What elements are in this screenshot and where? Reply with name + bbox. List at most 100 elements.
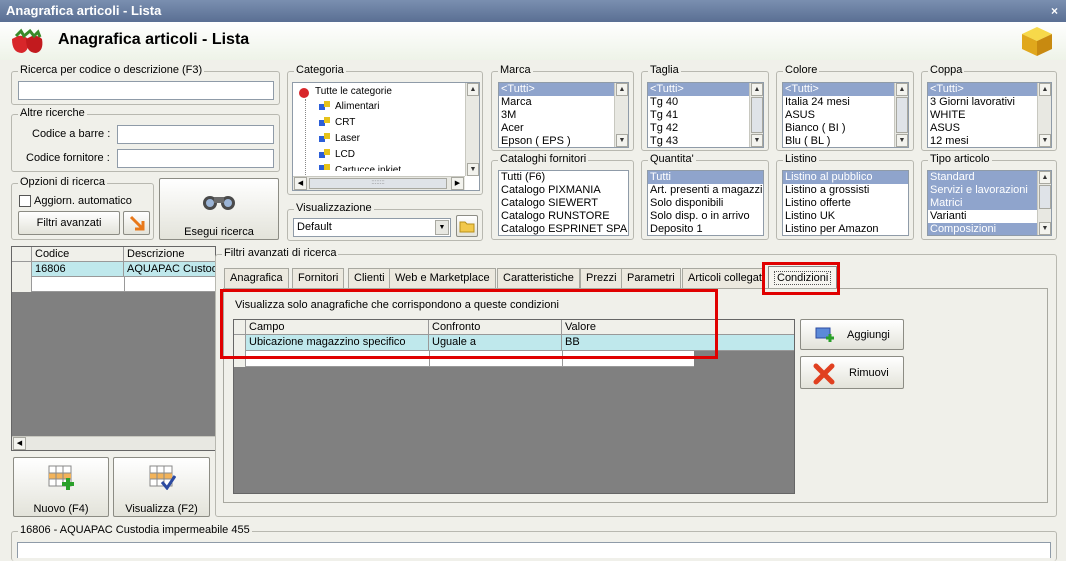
scroll-up-icon[interactable]: ▲: [896, 83, 908, 96]
list-item[interactable]: Standard: [928, 171, 1051, 184]
scroll-up-icon[interactable]: ▲: [1039, 171, 1051, 184]
tab-parametri[interactable]: Parametri: [621, 268, 681, 288]
quantity-list[interactable]: Tutti Art. presenti a magazzino Solo dis…: [647, 170, 764, 236]
brand-scrollbar[interactable]: ▲ ▼: [614, 83, 628, 147]
search-input[interactable]: [18, 81, 274, 100]
list-item[interactable]: Art. presenti a magazzino: [648, 184, 763, 197]
list-item[interactable]: Listino UK: [783, 210, 908, 223]
barcode-input[interactable]: [117, 125, 274, 144]
tab-caratteristiche[interactable]: Caratteristiche: [497, 268, 580, 288]
supplier-catalogs-list[interactable]: Tutti (F6) Catalogo PIXMANIA Catalogo SI…: [498, 170, 629, 236]
list-item[interactable]: <Tutti>: [648, 83, 763, 96]
scroll-left-icon[interactable]: ◀: [294, 177, 307, 190]
filter-arrow-button[interactable]: [123, 211, 150, 235]
tab-fornitori[interactable]: Fornitori: [292, 268, 345, 288]
item-detail-field[interactable]: [17, 542, 1051, 558]
add-condition-button[interactable]: Aggiungi: [800, 319, 904, 350]
list-item[interactable]: Varianti: [928, 210, 1051, 223]
list-item[interactable]: Listino a grossisti: [783, 184, 908, 197]
item-type-scrollbar[interactable]: ▲ ▼: [1037, 171, 1051, 235]
list-item[interactable]: WHITE: [928, 109, 1051, 122]
column-header-code[interactable]: Codice: [32, 247, 124, 262]
list-item[interactable]: Tg 41: [648, 109, 763, 122]
list-item[interactable]: Tutti: [648, 171, 763, 184]
advanced-filters-button[interactable]: Filtri avanzati: [18, 211, 120, 235]
scroll-down-icon[interactable]: ▼: [751, 134, 763, 147]
list-item[interactable]: 3 Giorni lavorativi: [928, 96, 1051, 109]
tab-articoli-collegati[interactable]: Articoli collegati: [682, 268, 764, 288]
list-item[interactable]: Acer: [499, 122, 628, 135]
tab-prezzi[interactable]: Prezzi: [580, 268, 623, 288]
scroll-up-icon[interactable]: ▲: [467, 83, 479, 96]
list-item[interactable]: Solo disponibili: [648, 197, 763, 210]
list-item[interactable]: 12 mesi: [928, 135, 1051, 147]
category-tree[interactable]: Tutte le categorie Alimentari CRT Laser …: [292, 82, 480, 191]
category-item[interactable]: Cartucce inkjet: [335, 164, 401, 171]
list-item[interactable]: Deposito 1: [648, 223, 763, 235]
remove-condition-button[interactable]: Rimuovi: [800, 356, 904, 389]
brand-list[interactable]: <Tutti> Marca 3M Acer Epson ( EPS ) ▲ ▼: [498, 82, 629, 148]
list-item[interactable]: Matrici: [928, 197, 1051, 210]
scroll-down-icon[interactable]: ▼: [1039, 222, 1051, 235]
table-row-empty[interactable]: [12, 277, 215, 292]
close-icon[interactable]: ×: [1051, 4, 1058, 18]
scroll-left-icon[interactable]: ◀: [13, 437, 26, 450]
category-item[interactable]: LCD: [335, 149, 355, 160]
list-item[interactable]: 3M: [499, 109, 628, 122]
color-list[interactable]: <Tutti> Italia 24 mesi ASUS Bianco ( BI …: [782, 82, 909, 148]
scroll-up-icon[interactable]: ▲: [751, 83, 763, 96]
supplier-code-input[interactable]: [117, 149, 274, 168]
list-item[interactable]: Italia 24 mesi: [783, 96, 908, 109]
column-header-description[interactable]: Descrizione: [124, 247, 215, 262]
list-item[interactable]: Catalogo PIXMANIA: [499, 184, 628, 197]
scroll-right-icon[interactable]: ▶: [451, 177, 464, 190]
scroll-down-icon[interactable]: ▼: [1039, 134, 1051, 147]
run-search-button[interactable]: Esegui ricerca: [159, 178, 279, 240]
tab-clienti[interactable]: Clienti: [348, 268, 391, 288]
view-select[interactable]: Default ▼: [293, 218, 451, 237]
list-item[interactable]: Catalogo RUNSTORE: [499, 210, 628, 223]
tab-web-marketplace[interactable]: Web e Marketplace: [389, 268, 496, 288]
cup-scrollbar[interactable]: ▲ ▼: [1037, 83, 1051, 147]
list-item[interactable]: Blu ( BL ): [783, 135, 908, 147]
auto-update-checkbox[interactable]: [19, 195, 31, 207]
list-item[interactable]: Catalogo ESPRINET SPA: [499, 223, 628, 235]
scroll-thumb[interactable]: ::::::::: [309, 178, 447, 189]
chevron-down-icon[interactable]: ▼: [435, 220, 449, 235]
scroll-thumb[interactable]: [896, 97, 908, 133]
scroll-up-icon[interactable]: ▲: [616, 83, 628, 96]
row-selector[interactable]: [12, 262, 32, 277]
category-hscrollbar[interactable]: ◀ :::::::: ▶: [293, 176, 465, 190]
size-scrollbar[interactable]: ▲ ▼: [749, 83, 763, 147]
size-list[interactable]: <Tutti> Tg 40 Tg 41 Tg 42 Tg 43 ▲ ▼: [647, 82, 764, 148]
category-item[interactable]: Laser: [335, 133, 360, 144]
list-item[interactable]: <Tutti>: [783, 83, 908, 96]
new-button[interactable]: Nuovo (F4): [13, 457, 109, 517]
view-button[interactable]: Visualizza (F2): [113, 457, 210, 517]
list-item[interactable]: ASUS: [783, 109, 908, 122]
articles-grid[interactable]: Codice Descrizione 16806 AQUAPAC Custodi…: [11, 246, 216, 451]
list-item[interactable]: Bianco ( BI ): [783, 122, 908, 135]
list-item[interactable]: Marca: [499, 96, 628, 109]
list-item[interactable]: Catalogo SIEWERT: [499, 197, 628, 210]
tab-anagrafica[interactable]: Anagrafica: [224, 268, 289, 288]
list-item[interactable]: Solo disp. o in arrivo: [648, 210, 763, 223]
open-view-button[interactable]: [456, 215, 478, 237]
list-item[interactable]: Tg 42: [648, 122, 763, 135]
scroll-up-icon[interactable]: ▲: [1039, 83, 1051, 96]
list-item[interactable]: ASUS: [928, 122, 1051, 135]
list-item[interactable]: Listino al pubblico: [783, 171, 908, 184]
scroll-thumb[interactable]: [751, 97, 763, 133]
category-vscrollbar[interactable]: ▲ ▼: [465, 83, 479, 176]
cup-list[interactable]: <Tutti> 3 Giorni lavorativi WHITE ASUS 1…: [927, 82, 1052, 148]
list-item[interactable]: Tg 43: [648, 135, 763, 147]
price-list[interactable]: Listino al pubblico Listino a grossisti …: [782, 170, 909, 236]
scroll-down-icon[interactable]: ▼: [896, 134, 908, 147]
category-item[interactable]: Alimentari: [335, 101, 379, 112]
category-root[interactable]: Tutte le categorie: [315, 86, 392, 97]
list-item[interactable]: <Tutti>: [499, 83, 628, 96]
list-item[interactable]: Tg 40: [648, 96, 763, 109]
list-item[interactable]: <Tutti>: [928, 83, 1051, 96]
list-item[interactable]: Servizi e lavorazioni: [928, 184, 1051, 197]
item-type-list[interactable]: Standard Servizi e lavorazioni Matrici V…: [927, 170, 1052, 236]
